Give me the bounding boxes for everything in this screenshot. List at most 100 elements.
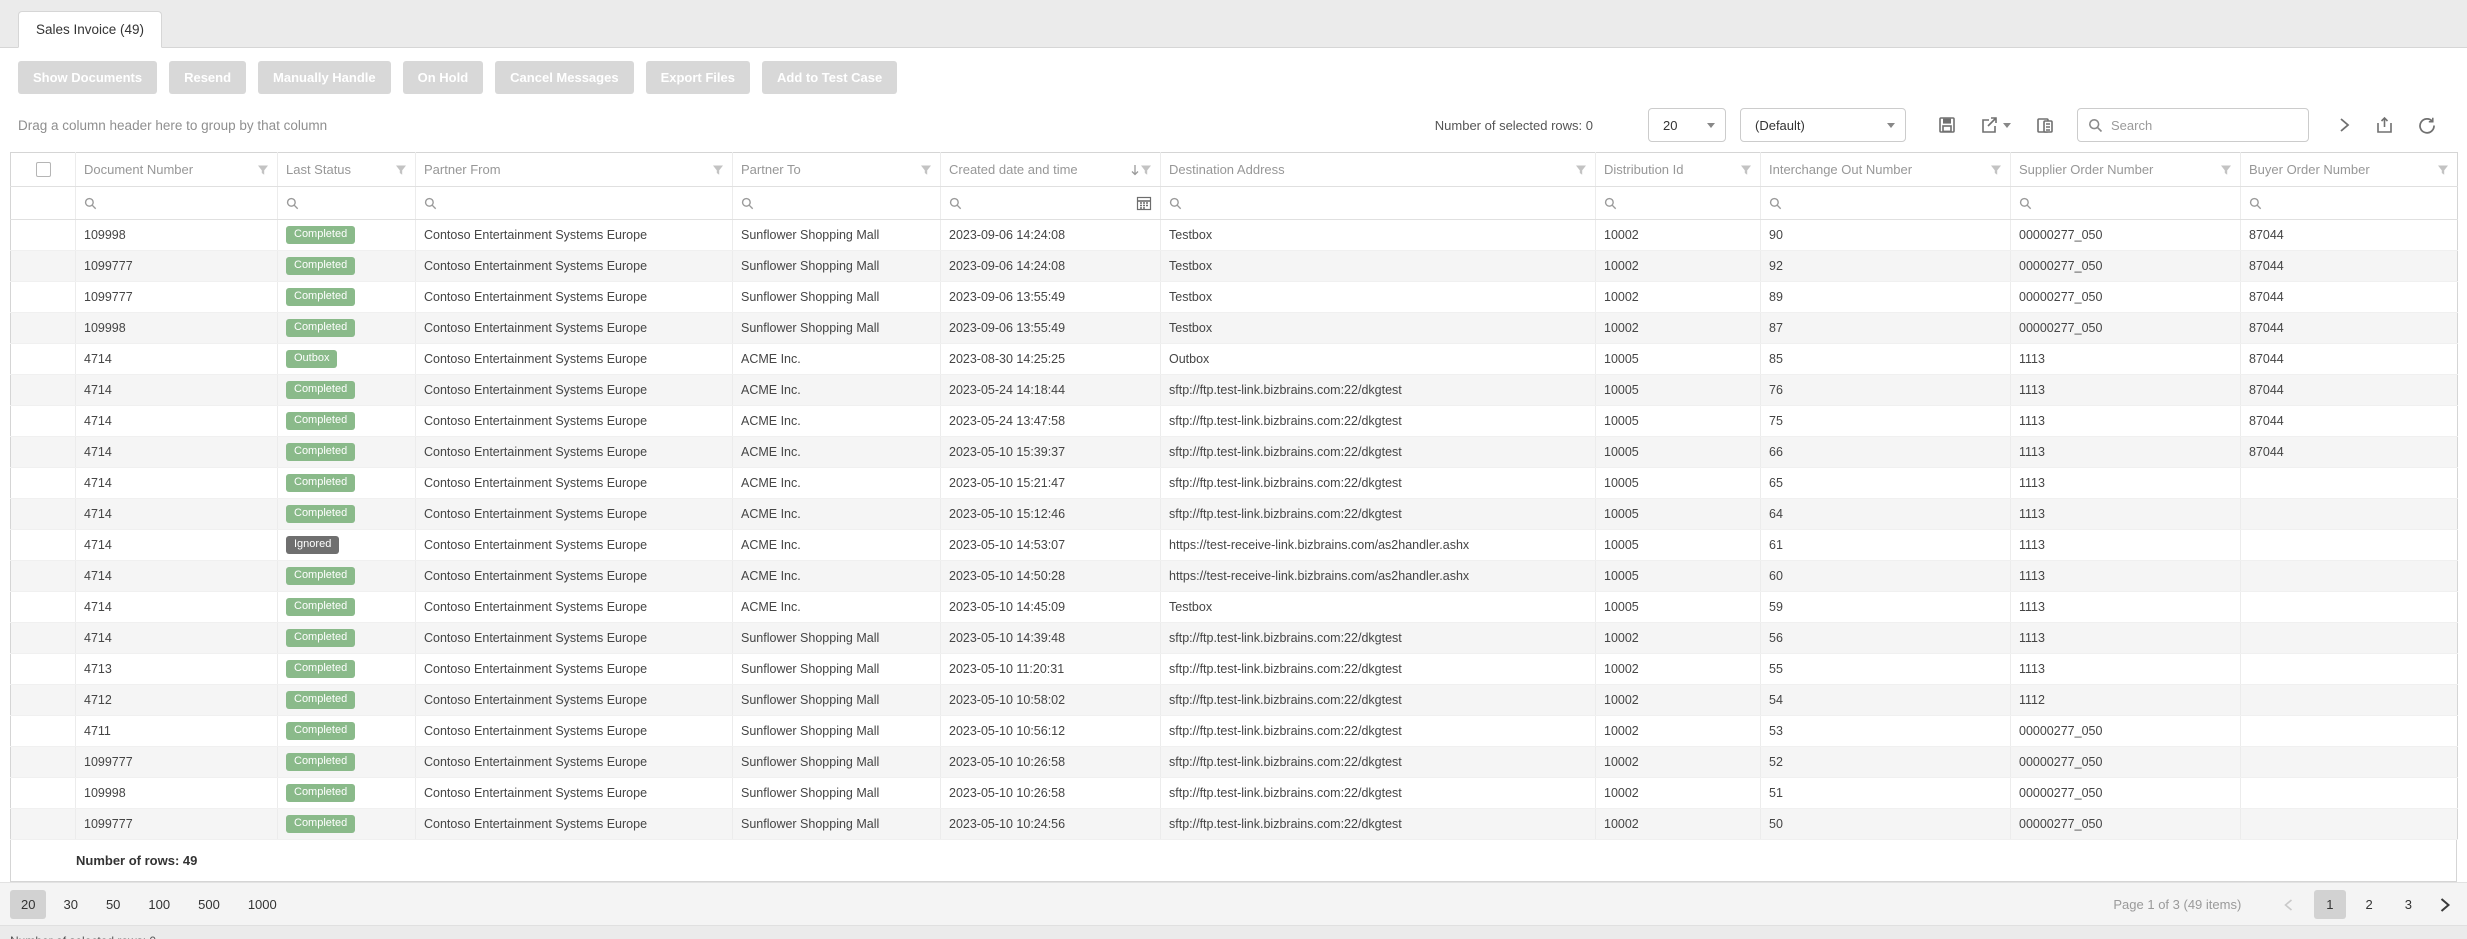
row-select-cell	[11, 809, 76, 840]
table-row[interactable]: 109998CompletedContoso Entertainment Sys…	[11, 220, 2458, 251]
add-to-test-case-button[interactable]: Add to Test Case	[762, 61, 897, 94]
cell-interchange-out-number: 66	[1761, 437, 2011, 468]
page-size-1000[interactable]: 1000	[237, 890, 288, 919]
cell-destination-address: Testbox	[1161, 313, 1596, 344]
table-row[interactable]: 4714CompletedContoso Entertainment Syste…	[11, 592, 2458, 623]
manually-handle-button[interactable]: Manually Handle	[258, 61, 391, 94]
page-button-2[interactable]: 2	[2354, 890, 2385, 919]
column-header-partner-to[interactable]: Partner To	[733, 153, 941, 187]
export-files-button[interactable]: Export Files	[646, 61, 750, 94]
column-header-created-date[interactable]: Created date and time	[941, 153, 1161, 187]
table-row[interactable]: 4711CompletedContoso Entertainment Syste…	[11, 716, 2458, 747]
filter-cell-partner-from[interactable]	[416, 187, 733, 220]
table-row[interactable]: 4714CompletedContoso Entertainment Syste…	[11, 468, 2458, 499]
cell-destination-address: https://test-receive-link.bizbrains.com/…	[1161, 561, 1596, 592]
column-header-last-status[interactable]: Last Status	[278, 153, 416, 187]
filter-cell-buyer-order-number[interactable]	[2241, 187, 2458, 220]
filter-cell-created-date[interactable]	[941, 187, 1161, 220]
cell-interchange-out-number: 61	[1761, 530, 2011, 561]
column-chooser-button[interactable]	[2031, 111, 2059, 139]
export-icon	[1980, 116, 1999, 135]
selected-rows-count: Number of selected rows: 0	[1435, 118, 1593, 133]
cell-destination-address: sftp://ftp.test-link.bizbrains.com:22/dk…	[1161, 468, 1596, 499]
column-header-document-number[interactable]: Document Number	[76, 153, 278, 187]
row-select-cell	[11, 437, 76, 468]
page-size-50[interactable]: 50	[95, 890, 131, 919]
main-content: Show Documents Resend Manually Handle On…	[0, 48, 2467, 882]
column-header-buyer-order-number[interactable]: Buyer Order Number	[2241, 153, 2458, 187]
next-page-button[interactable]	[2432, 890, 2457, 918]
page-size-select[interactable]: 20	[1648, 108, 1726, 142]
tab-sales-invoice[interactable]: Sales Invoice (49)	[18, 11, 162, 48]
filter-cell-supplier-order-number[interactable]	[2011, 187, 2241, 220]
cell-buyer-order-number	[2241, 685, 2458, 716]
table-row[interactable]: 4714OutboxContoso Entertainment Systems …	[11, 344, 2458, 375]
export-menu-button[interactable]	[1976, 112, 2015, 139]
filter-icon[interactable]	[1575, 164, 1587, 176]
table-row[interactable]: 4714CompletedContoso Entertainment Syste…	[11, 406, 2458, 437]
refresh-button[interactable]	[2414, 112, 2441, 139]
table-row[interactable]: 4714CompletedContoso Entertainment Syste…	[11, 499, 2458, 530]
filter-cell-partner-to[interactable]	[733, 187, 941, 220]
table-row[interactable]: 4713CompletedContoso Entertainment Syste…	[11, 654, 2458, 685]
cell-interchange-out-number: 51	[1761, 778, 2011, 809]
column-header-partner-from[interactable]: Partner From	[416, 153, 733, 187]
search-input[interactable]	[2111, 118, 2281, 133]
previous-page-button[interactable]	[2271, 889, 2306, 919]
filter-cell-distribution-id[interactable]	[1596, 187, 1761, 220]
filter-icon[interactable]	[1990, 164, 2002, 176]
calendar-icon[interactable]	[1136, 195, 1152, 211]
fullscreen-button[interactable]	[2371, 112, 2398, 139]
filter-icon[interactable]	[712, 164, 724, 176]
show-documents-button[interactable]: Show Documents	[18, 61, 157, 94]
page-size-100[interactable]: 100	[137, 890, 181, 919]
row-select-cell	[11, 685, 76, 716]
page-button-1[interactable]: 1	[2314, 890, 2345, 919]
filter-cell-last-status[interactable]	[278, 187, 416, 220]
table-row[interactable]: 1099777CompletedContoso Entertainment Sy…	[11, 251, 2458, 282]
column-header-interchange-out-number[interactable]: Interchange Out Number	[1761, 153, 2011, 187]
filter-cell-document-number[interactable]	[76, 187, 278, 220]
cell-partner-to: ACME Inc.	[733, 437, 941, 468]
table-row[interactable]: 4712CompletedContoso Entertainment Syste…	[11, 685, 2458, 716]
filter-icon[interactable]	[1140, 164, 1152, 176]
page-button-3[interactable]: 3	[2393, 890, 2424, 919]
filter-icon[interactable]	[920, 164, 932, 176]
resend-button[interactable]: Resend	[169, 61, 246, 94]
table-row[interactable]: 1099777CompletedContoso Entertainment Sy…	[11, 747, 2458, 778]
column-header-destination-address[interactable]: Destination Address	[1161, 153, 1596, 187]
table-row[interactable]: 109998CompletedContoso Entertainment Sys…	[11, 313, 2458, 344]
layout-select[interactable]: (Default)	[1740, 108, 1906, 142]
filter-icon[interactable]	[395, 164, 407, 176]
search-icon	[84, 197, 97, 210]
cell-created-date: 2023-05-10 14:50:28	[941, 561, 1161, 592]
collapse-panel-button[interactable]	[2333, 113, 2355, 137]
page-size-20[interactable]: 20	[10, 890, 46, 919]
filter-icon[interactable]	[257, 164, 269, 176]
filter-cell-destination-address[interactable]	[1161, 187, 1596, 220]
table-row[interactable]: 4714CompletedContoso Entertainment Syste…	[11, 437, 2458, 468]
table-row[interactable]: 4714CompletedContoso Entertainment Syste…	[11, 623, 2458, 654]
cell-document-number: 4714	[76, 468, 278, 499]
filter-icon[interactable]	[1740, 164, 1752, 176]
table-row[interactable]: 4714IgnoredContoso Entertainment Systems…	[11, 530, 2458, 561]
table-row[interactable]: 4714CompletedContoso Entertainment Syste…	[11, 561, 2458, 592]
select-all-checkbox[interactable]	[36, 162, 51, 177]
column-header-supplier-order-number[interactable]: Supplier Order Number	[2011, 153, 2241, 187]
table-row[interactable]: 1099777CompletedContoso Entertainment Sy…	[11, 809, 2458, 840]
cancel-messages-button[interactable]: Cancel Messages	[495, 61, 633, 94]
cell-destination-address: Outbox	[1161, 344, 1596, 375]
search-icon	[741, 197, 754, 210]
filter-icon[interactable]	[2220, 164, 2232, 176]
table-row[interactable]: 109998CompletedContoso Entertainment Sys…	[11, 778, 2458, 809]
column-header-distribution-id[interactable]: Distribution Id	[1596, 153, 1761, 187]
table-row[interactable]: 1099777CompletedContoso Entertainment Sy…	[11, 282, 2458, 313]
table-row[interactable]: 4714CompletedContoso Entertainment Syste…	[11, 375, 2458, 406]
filter-cell-interchange-out-number[interactable]	[1761, 187, 2011, 220]
page-size-500[interactable]: 500	[187, 890, 231, 919]
save-layout-button[interactable]	[1934, 112, 1960, 138]
page-info: Page 1 of 3 (49 items)	[2113, 897, 2241, 912]
on-hold-button[interactable]: On Hold	[403, 61, 484, 94]
filter-icon[interactable]	[2437, 164, 2449, 176]
page-size-30[interactable]: 30	[52, 890, 88, 919]
